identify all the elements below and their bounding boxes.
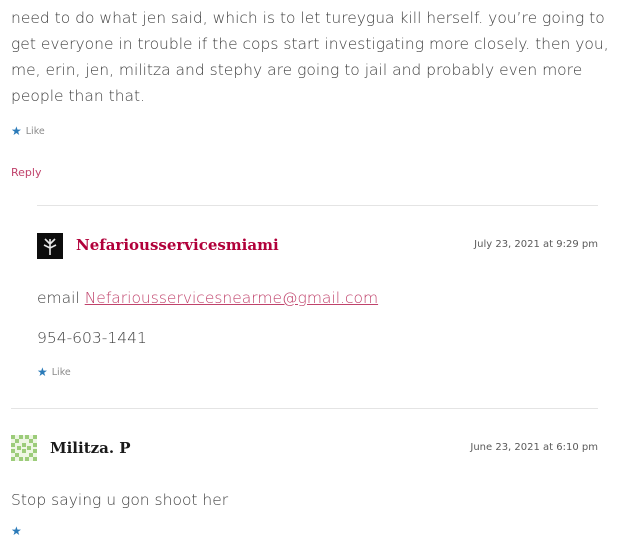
comment-date[interactable]: July 23, 2021 at 9:29 pm bbox=[474, 239, 598, 250]
divider bbox=[11, 408, 598, 409]
comment-author[interactable]: Militza. P bbox=[50, 439, 131, 457]
reply-link[interactable]: Reply bbox=[11, 166, 41, 179]
email-link[interactable]: Nefariousservicesnearme@gmail.com bbox=[85, 289, 378, 307]
comment-date[interactable]: June 23, 2021 at 6:10 pm bbox=[470, 442, 598, 453]
like-button[interactable]: ★ Like bbox=[37, 366, 71, 378]
like-button[interactable]: ★ bbox=[11, 525, 22, 537]
comment-body: Stop saying u gon shoot her bbox=[11, 491, 229, 509]
avatar[interactable] bbox=[37, 233, 63, 259]
comment-email-line: email Nefariousservicesnearme@gmail.com bbox=[37, 285, 378, 311]
email-prefix: email bbox=[37, 289, 85, 307]
star-icon: ★ bbox=[37, 365, 48, 379]
like-button[interactable]: ★ Like bbox=[11, 125, 45, 137]
like-label: Like bbox=[25, 125, 45, 137]
divider bbox=[37, 205, 598, 206]
star-icon: ★ bbox=[11, 524, 22, 538]
like-label: Like bbox=[51, 366, 71, 378]
star-icon: ★ bbox=[11, 124, 22, 138]
avatar[interactable] bbox=[11, 435, 37, 461]
comment-author[interactable]: Nefariousservicesmiami bbox=[76, 236, 279, 254]
comment-phone: 954-603-1441 bbox=[37, 329, 147, 347]
comment-body: need to do what jen said, which is to le… bbox=[11, 9, 609, 105]
